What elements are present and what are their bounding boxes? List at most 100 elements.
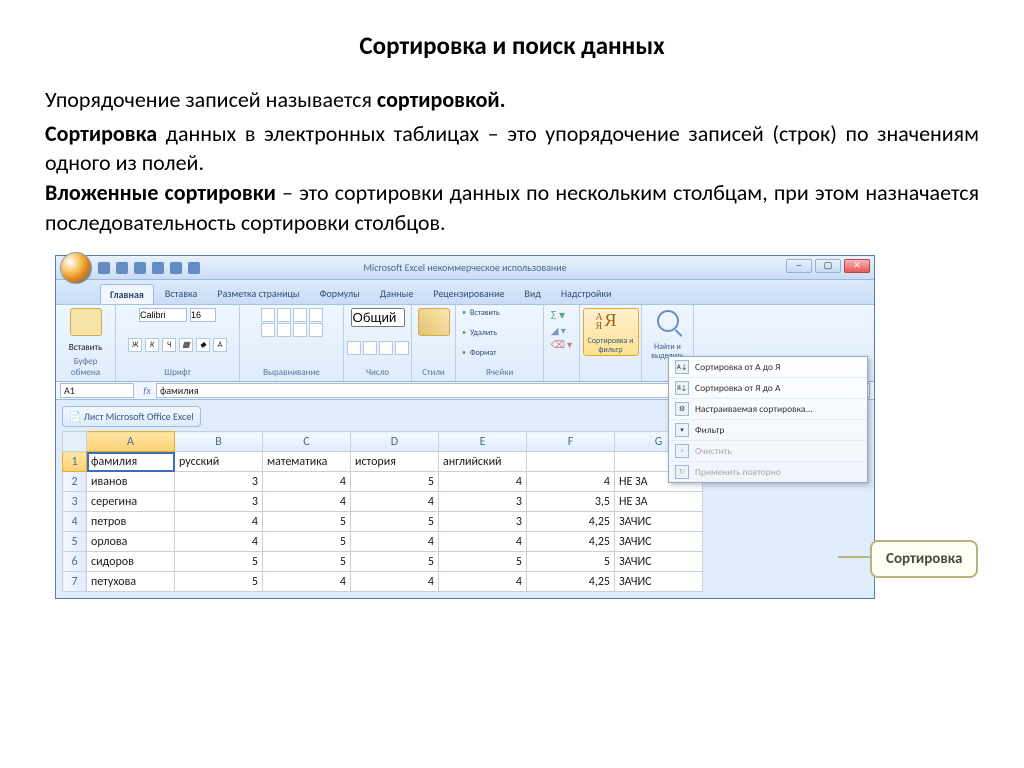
align-top[interactable]: [261, 308, 275, 322]
tab-home[interactable]: Главная: [100, 284, 154, 304]
percent[interactable]: [363, 341, 377, 355]
name-box[interactable]: A1: [60, 383, 134, 398]
cell[interactable]: 4,25: [527, 512, 615, 532]
dropdown-item[interactable]: Я↓Сортировка от Я до А: [669, 378, 867, 399]
comma[interactable]: [379, 341, 393, 355]
table-row[interactable]: 1фамилиярусскийматематикаисторияанглийск…: [63, 452, 703, 472]
cell[interactable]: английский: [439, 452, 527, 472]
fill-color-button[interactable]: ◆: [196, 338, 210, 352]
table-row[interactable]: 5орлова45444,25ЗАЧИС: [63, 532, 703, 552]
row-header[interactable]: 4: [63, 512, 87, 532]
tab-review[interactable]: Рецензирование: [424, 284, 513, 304]
align-left[interactable]: [261, 323, 275, 337]
tab-data[interactable]: Данные: [371, 284, 423, 304]
cell[interactable]: петров: [87, 512, 175, 532]
cell[interactable]: 5: [351, 552, 439, 572]
wrap-text[interactable]: [309, 308, 323, 322]
cell-styles-button[interactable]: [418, 308, 450, 336]
tab-view[interactable]: Вид: [515, 284, 549, 304]
cell[interactable]: 5: [351, 472, 439, 492]
table-row[interactable]: 3серегина34433,5НЕ ЗА: [63, 492, 703, 512]
cell[interactable]: 3,5: [527, 492, 615, 512]
cell[interactable]: ЗАЧИС: [615, 512, 703, 532]
cell[interactable]: 5: [351, 512, 439, 532]
cell[interactable]: 4: [351, 532, 439, 552]
cell[interactable]: петухова: [87, 572, 175, 592]
cell[interactable]: серегина: [87, 492, 175, 512]
cell[interactable]: 5: [263, 512, 351, 532]
tab-insert[interactable]: Вставка: [156, 284, 206, 304]
spreadsheet[interactable]: A B C D E F G 1фамилиярусскийматематикаи…: [62, 431, 703, 592]
cell[interactable]: 4: [351, 492, 439, 512]
table-row[interactable]: 6сидоров55555ЗАЧИС: [63, 552, 703, 572]
cell[interactable]: [527, 452, 615, 472]
cell[interactable]: 4: [175, 532, 263, 552]
align-bot[interactable]: [293, 308, 307, 322]
cell[interactable]: 5: [263, 532, 351, 552]
table-row[interactable]: 7петухова54444,25ЗАЧИС: [63, 572, 703, 592]
row-header[interactable]: 1: [63, 452, 87, 472]
cell[interactable]: 4: [263, 572, 351, 592]
currency[interactable]: [347, 341, 361, 355]
row-header[interactable]: 3: [63, 492, 87, 512]
row-header[interactable]: 2: [63, 472, 87, 492]
cell[interactable]: НЕ ЗА: [615, 492, 703, 512]
table-row[interactable]: 2иванов34544НЕ ЗА: [63, 472, 703, 492]
cells-format[interactable]: Формат: [462, 348, 496, 358]
col-F[interactable]: F: [527, 432, 615, 452]
fx-icon[interactable]: fx: [138, 384, 156, 397]
cell[interactable]: 5: [527, 552, 615, 572]
cell[interactable]: 5: [439, 552, 527, 572]
row-header[interactable]: 5: [63, 532, 87, 552]
cell[interactable]: 3: [439, 492, 527, 512]
cell[interactable]: 3: [439, 512, 527, 532]
col-B[interactable]: B: [175, 432, 263, 452]
cell[interactable]: русский: [175, 452, 263, 472]
cell[interactable]: сидоров: [87, 552, 175, 572]
bold-button[interactable]: Ж: [128, 338, 142, 352]
cells-insert[interactable]: Вставить: [462, 308, 500, 318]
align-mid[interactable]: [277, 308, 291, 322]
cell[interactable]: 4: [263, 472, 351, 492]
cell[interactable]: ЗАЧИС: [615, 552, 703, 572]
cell[interactable]: 4,25: [527, 532, 615, 552]
align-center[interactable]: [277, 323, 291, 337]
border-button[interactable]: ▦: [179, 338, 193, 352]
cell[interactable]: орлова: [87, 532, 175, 552]
cell[interactable]: ЗАЧИС: [615, 532, 703, 552]
row-header[interactable]: 7: [63, 572, 87, 592]
cell[interactable]: 5: [175, 572, 263, 592]
minimize-button[interactable]: ─: [786, 259, 812, 273]
inc-dec[interactable]: [395, 341, 409, 355]
row-header[interactable]: 6: [63, 552, 87, 572]
close-button[interactable]: ✕: [844, 259, 870, 273]
tab-addins[interactable]: Надстройки: [552, 284, 621, 304]
col-D[interactable]: D: [351, 432, 439, 452]
cell[interactable]: 4: [527, 472, 615, 492]
col-A[interactable]: A: [87, 432, 175, 452]
cell[interactable]: фамилия: [87, 452, 175, 472]
maximize-button[interactable]: ▢: [815, 259, 841, 273]
cell[interactable]: 4,25: [527, 572, 615, 592]
dropdown-item[interactable]: ▾Фильтр: [669, 420, 867, 441]
dropdown-item[interactable]: А↓Сортировка от А до Я: [669, 357, 867, 378]
paste-button[interactable]: [70, 308, 102, 336]
col-E[interactable]: E: [439, 432, 527, 452]
cell[interactable]: 5: [175, 552, 263, 572]
tab-layout[interactable]: Разметка страницы: [208, 284, 308, 304]
cells-delete[interactable]: Удалить: [462, 328, 497, 338]
cell[interactable]: 5: [263, 552, 351, 572]
cell[interactable]: 4: [175, 512, 263, 532]
font-size-input[interactable]: [190, 308, 216, 322]
merge-cells[interactable]: [309, 323, 323, 337]
number-format[interactable]: [351, 308, 405, 327]
cell[interactable]: 4: [439, 532, 527, 552]
table-row[interactable]: 4петров45534,25ЗАЧИС: [63, 512, 703, 532]
dropdown-item[interactable]: ⚙Настраиваемая сортировка...: [669, 399, 867, 420]
select-all-corner[interactable]: [63, 432, 87, 452]
cell[interactable]: история: [351, 452, 439, 472]
cell[interactable]: 4: [439, 572, 527, 592]
cell[interactable]: 4: [263, 492, 351, 512]
cell[interactable]: иванов: [87, 472, 175, 492]
cell[interactable]: 3: [175, 492, 263, 512]
